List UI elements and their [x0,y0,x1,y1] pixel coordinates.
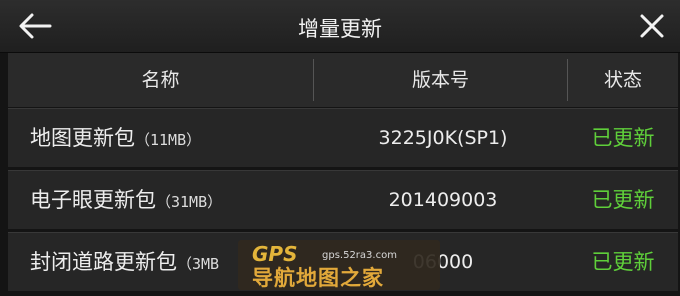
package-version: 3225J0K(SP1) [378,127,508,149]
package-name-text: 地图更新包 [30,126,135,150]
status-label: 已更新 [591,188,655,212]
watermark-logo: GPS gps.52ra3.com 导航地图之家 [238,240,440,290]
package-name-text: 封闭道路更新包 [30,250,177,274]
package-size: （3MB [177,255,220,273]
close-button[interactable] [636,10,668,42]
package-size: （31MB） [156,193,223,211]
column-header-name: 名称 [141,69,180,91]
title-bar: 增量更新 [0,0,680,53]
package-name: 电子眼更新包（31MB） [30,171,222,231]
status-label: 已更新 [591,126,655,150]
package-name: 封闭道路更新包（3MB [30,233,219,293]
close-x-icon [640,14,664,38]
table-row[interactable]: 地图更新包（11MB） 3225J0K(SP1) 已更新 [8,108,678,167]
status-label: 已更新 [591,250,655,274]
page-title: 增量更新 [298,17,382,41]
watermark-site-name: 导航地图之家 [252,266,384,290]
package-name: 地图更新包（11MB） [30,109,201,169]
package-name-text: 电子眼更新包 [30,188,156,212]
table-header: 名称 版本号 状态 [8,53,678,107]
package-version: 201409003 [388,189,498,211]
table-row[interactable]: 电子眼更新包（31MB） 201409003 已更新 [8,170,678,229]
package-size: （11MB） [135,131,202,149]
column-header-status: 状态 [603,69,642,91]
column-header-version: 版本号 [411,69,469,91]
watermark-url: gps.52ra3.com [322,250,397,261]
